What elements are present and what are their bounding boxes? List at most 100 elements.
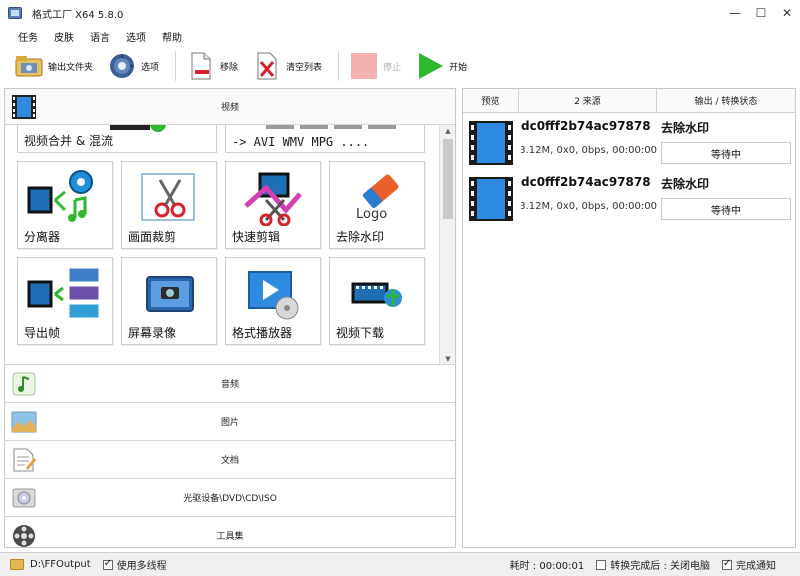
elapsed-time: 耗时 : 00:00:01: [509, 561, 585, 572]
after-done-checkbox[interactable]: [596, 559, 607, 570]
column-preview[interactable]: 预览: [463, 89, 519, 112]
category-document[interactable]: 文档: [5, 441, 455, 479]
multithread-option[interactable]: 使用多线程: [102, 557, 167, 572]
after-done-option[interactable]: 转换完成后 : 关闭电脑: [596, 557, 710, 572]
tool-format-player-label: 格式播放器: [232, 326, 293, 340]
menu-help[interactable]: 帮助: [154, 29, 190, 44]
notify-option[interactable]: 完成通知: [722, 557, 776, 572]
task-source-name: dc0fff2b74ac97878: [521, 175, 651, 189]
menu-options[interactable]: 选项: [118, 29, 154, 44]
task-source-info: 3.12M, 0x0, 0bps, 00:00:00: [521, 201, 657, 212]
tool-video-merge[interactable]: 视频合并 & 混流: [17, 125, 217, 153]
tool-remove-watermark-label: 去除水印: [336, 230, 385, 244]
task-action: 去除水印: [661, 177, 710, 191]
tool-splitter[interactable]: 分离器: [17, 161, 113, 249]
options-gear-icon: [107, 51, 137, 81]
remove-doc-icon: [186, 51, 216, 81]
clear-list-button[interactable]: 清空列表: [248, 49, 326, 83]
menu-language[interactable]: 语言: [82, 29, 118, 44]
category-image[interactable]: 图片: [5, 403, 455, 441]
scroll-thumb[interactable]: [443, 139, 453, 219]
export-frames-icon: [18, 266, 112, 322]
tool-video-convert[interactable]: -> AVI WMV MPG ....: [225, 125, 425, 153]
category-audio[interactable]: 音频: [5, 365, 455, 403]
scroll-up-arrow-icon[interactable]: ▲: [440, 125, 455, 137]
status-bar: D:\FFOutput 使用多线程 耗时 : 00:00:01 转换完成后 : …: [0, 552, 800, 576]
folder-icon: [14, 51, 44, 81]
clear-list-label: 清空列表: [286, 62, 323, 73]
task-list-header: 预览 2 来源 输出 / 转换状态: [463, 89, 795, 113]
toolbar-separator: [338, 51, 340, 81]
start-label: 开始: [449, 62, 468, 73]
tool-export-frames[interactable]: 导出帧: [17, 257, 113, 345]
tool-screen-record[interactable]: 屏幕录像: [121, 257, 217, 345]
play-icon: [415, 51, 445, 81]
clear-list-icon: [252, 51, 282, 81]
tool-export-frames-label: 导出帧: [24, 326, 61, 340]
tool-video-merge-label: 视频合并 & 混流: [24, 134, 113, 148]
output-folder-button[interactable]: 输出文件夹: [10, 49, 97, 83]
tool-video-convert-label: -> AVI WMV MPG ....: [232, 135, 370, 149]
merge-icon: [110, 125, 166, 132]
video-thumbnail-icon: [467, 175, 517, 225]
start-button[interactable]: 开始: [411, 49, 471, 83]
multithread-checkbox[interactable]: [102, 558, 113, 570]
format-bars-icon: [266, 125, 396, 129]
task-source-info: 3.12M, 0x0, 0bps, 00:00:00: [521, 145, 657, 156]
tool-quick-clip[interactable]: 快速剪辑: [225, 161, 321, 249]
category-document-label: 文档: [220, 456, 239, 466]
tool-remove-watermark[interactable]: Logo 去除水印: [329, 161, 425, 249]
category-video-header[interactable]: 视频: [5, 89, 455, 125]
notify-checkbox[interactable]: [722, 558, 732, 570]
options-button[interactable]: 选项: [103, 49, 163, 83]
scroll-down-arrow-icon[interactable]: ▼: [440, 353, 455, 364]
player-icon: [226, 266, 320, 322]
task-row[interactable]: dc0fff2b74ac97878 去除水印 3.12M, 0x0, 0bps,…: [463, 113, 795, 169]
tool-splitter-label: 分离器: [24, 230, 61, 244]
menu-task[interactable]: 任务: [10, 29, 46, 44]
output-path[interactable]: D:\FFOutput: [30, 559, 91, 570]
menu-bar: 任务 皮肤 语言 选项 帮助: [0, 26, 800, 46]
maximize-button[interactable]: ☐: [748, 0, 774, 26]
task-action: 去除水印: [661, 121, 710, 135]
crop-scissors-icon: [122, 170, 216, 226]
tool-video-download-label: 视频下载: [336, 326, 385, 340]
toolbar: 输出文件夹 选项 移除 清空列表 停止 开始: [0, 46, 800, 86]
category-toolset[interactable]: 工具集: [5, 517, 455, 555]
output-folder-icon[interactable]: [10, 559, 24, 570]
task-list-panel: 预览 2 来源 输出 / 转换状态 dc0fff2b74ac97878 去除水印…: [462, 88, 796, 548]
notify-label: 完成通知: [736, 561, 776, 572]
video-thumbnail-icon: [467, 119, 517, 169]
tool-crop-label: 画面裁剪: [128, 230, 177, 244]
app-icon: [8, 7, 22, 19]
category-panel: 视频 视频合并 & 混流 -> AVI WMV MPG .... 分离器 画面裁…: [4, 88, 456, 555]
video-tools-area: 视频合并 & 混流 -> AVI WMV MPG .... 分离器 画面裁剪 快…: [5, 125, 455, 365]
logo-text: Logo: [356, 207, 387, 222]
window-controls: — ☐ ✕: [722, 0, 800, 26]
tool-quick-clip-label: 快速剪辑: [232, 230, 281, 244]
task-row[interactable]: dc0fff2b74ac97878 去除水印 3.12M, 0x0, 0bps,…: [463, 169, 795, 225]
category-optical-disc[interactable]: 光驱设备\DVD\CD\ISO: [5, 479, 455, 517]
category-image-label: 图片: [220, 418, 239, 428]
minimize-button[interactable]: —: [722, 0, 748, 26]
options-label: 选项: [141, 62, 160, 73]
tool-video-download[interactable]: 视频下载: [329, 257, 425, 345]
task-status: 等待中: [661, 198, 791, 220]
multithread-label: 使用多线程: [116, 561, 167, 572]
screen-record-icon: [122, 266, 216, 322]
stop-icon: [349, 51, 379, 81]
toolbar-separator: [175, 51, 177, 81]
task-status: 等待中: [661, 142, 791, 164]
tool-crop[interactable]: 画面裁剪: [121, 161, 217, 249]
column-output-status[interactable]: 输出 / 转换状态: [657, 89, 795, 112]
stop-button[interactable]: 停止: [345, 49, 405, 83]
tool-format-player[interactable]: 格式播放器: [225, 257, 321, 345]
column-source[interactable]: 2 来源: [519, 89, 657, 112]
title-bar: 格式工厂 X64 5.8.0 — ☐ ✕: [0, 0, 800, 26]
remove-button[interactable]: 移除: [182, 49, 242, 83]
tools-scrollbar[interactable]: ▲ ▼: [439, 125, 455, 364]
splitter-icon: [18, 170, 112, 226]
menu-skin[interactable]: 皮肤: [46, 29, 82, 44]
video-download-icon: [330, 266, 424, 322]
close-button[interactable]: ✕: [774, 0, 800, 26]
